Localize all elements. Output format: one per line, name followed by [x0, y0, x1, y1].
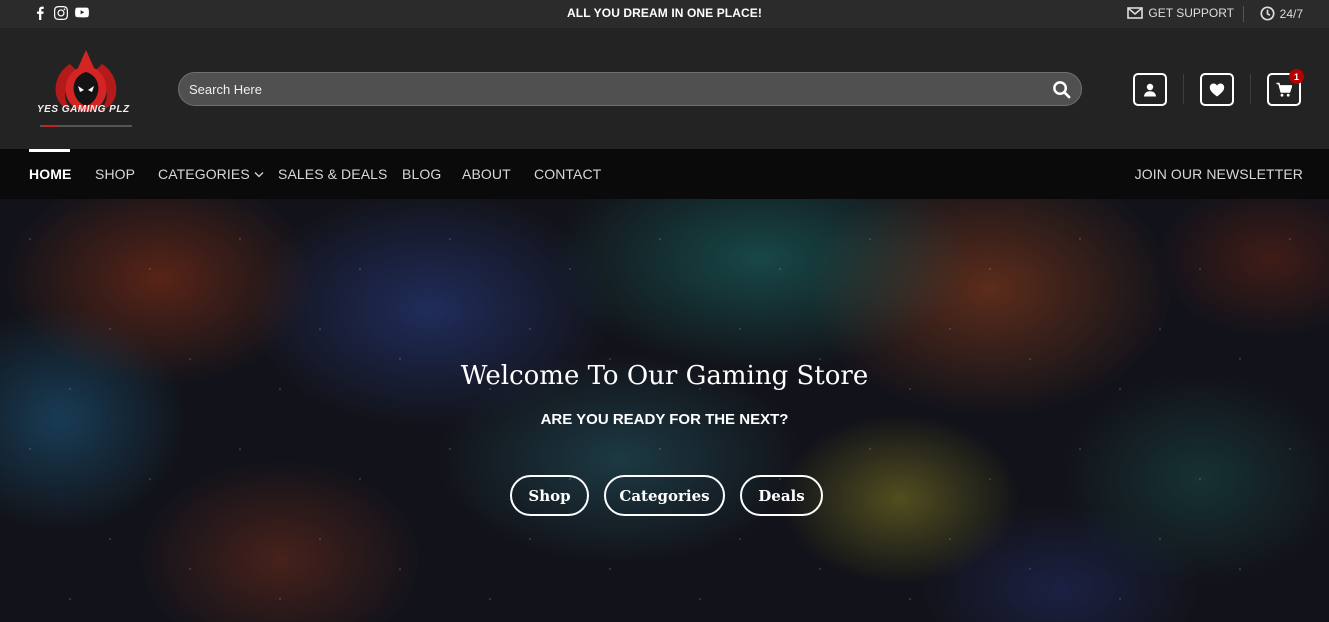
chevron-down-icon: [254, 171, 264, 177]
nav-item-shop[interactable]: SHOP: [95, 166, 135, 182]
site-header: YES GAMING PLZ 1: [0, 28, 1329, 149]
hero-banner: Welcome To Our Gaming Store ARE YOU READ…: [0, 199, 1329, 622]
hero-shop-button[interactable]: Shop: [510, 475, 589, 516]
get-support-label: GET SUPPORT: [1148, 6, 1234, 20]
hours-label: 24/7: [1279, 6, 1303, 21]
clock-icon: [1260, 6, 1275, 21]
cart-count-badge: 1: [1289, 69, 1304, 84]
user-icon: [1144, 83, 1156, 96]
nav-item-categories[interactable]: CATEGORIES: [158, 166, 264, 182]
top-bar: ALL YOU DREAM IN ONE PLACE! GET SUPPORT …: [0, 0, 1329, 28]
cart-icon: [1276, 82, 1292, 97]
nav-item-blog[interactable]: BLOG: [402, 166, 441, 182]
topbar-divider: [1243, 6, 1244, 22]
header-divider: [1183, 74, 1184, 104]
heart-icon: [1209, 83, 1225, 96]
header-divider: [1250, 74, 1251, 104]
hero-title: Welcome To Our Gaming Store: [460, 361, 869, 391]
hero-deals-button[interactable]: Deals: [740, 475, 823, 516]
main-nav: HOME SHOP CATEGORIES SALES & DEALS BLOG …: [0, 149, 1329, 199]
hero-categories-button[interactable]: Categories: [604, 475, 725, 516]
search-button[interactable]: [1041, 73, 1081, 105]
nav-item-sales-deals[interactable]: SALES & DEALS: [278, 166, 387, 182]
account-button[interactable]: [1133, 73, 1167, 106]
wishlist-button[interactable]: [1200, 73, 1234, 106]
nav-item-about[interactable]: ABOUT: [462, 166, 511, 182]
nav-item-categories-label: CATEGORIES: [158, 166, 250, 182]
search-bar: [178, 72, 1082, 106]
newsletter-link[interactable]: JOIN OUR NEWSLETTER: [1135, 166, 1303, 182]
logo-text: YES GAMING PLZ: [37, 104, 130, 115]
active-nav-indicator: [29, 149, 70, 152]
hero-subtitle: ARE YOU READY FOR THE NEXT?: [540, 411, 789, 428]
mail-icon: [1127, 7, 1144, 19]
site-logo[interactable]: [30, 46, 142, 128]
get-support-link[interactable]: GET SUPPORT: [1127, 6, 1234, 20]
hours-info: 24/7: [1260, 6, 1303, 21]
search-input[interactable]: [179, 81, 1041, 97]
hooded-mascot-icon: [40, 50, 132, 127]
search-icon: [1052, 80, 1070, 98]
nav-item-contact[interactable]: CONTACT: [534, 166, 601, 182]
nav-item-home[interactable]: HOME: [29, 166, 71, 182]
